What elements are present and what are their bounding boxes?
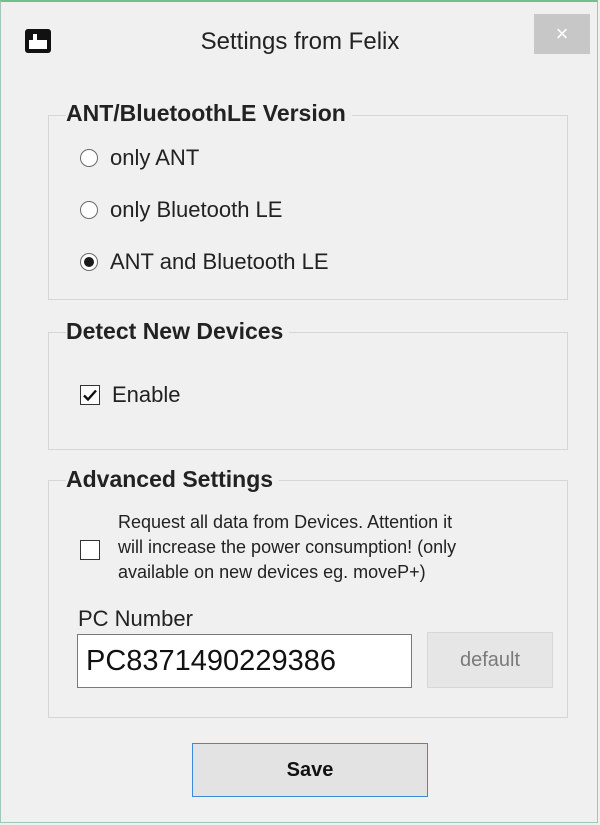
- close-icon: ×: [555, 21, 569, 46]
- radio-label: ANT and Bluetooth LE: [110, 249, 329, 274]
- request-text-line: will increase the power consumption! (on…: [118, 537, 457, 557]
- title-bar[interactable]: Settings from Felix ×: [0, 0, 600, 82]
- radio-button-selected[interactable]: [80, 253, 98, 271]
- detect-devices-group-title: Detect New Devices: [66, 318, 290, 345]
- ant-bluetooth-group-title: ANT/BluetoothLE Version: [66, 100, 352, 127]
- enable-checkbox[interactable]: [80, 385, 100, 405]
- request-text-line: available on new devices eg. moveP+): [118, 562, 426, 582]
- default-button[interactable]: default: [427, 632, 553, 688]
- radio-button[interactable]: [80, 201, 98, 219]
- enable-label: Enable: [112, 382, 181, 407]
- close-button[interactable]: ×: [534, 14, 590, 54]
- radio-button[interactable]: [80, 149, 98, 167]
- pc-number-label: PC Number: [78, 606, 193, 631]
- request-all-data-checkbox[interactable]: [80, 540, 100, 560]
- radio-label: only Bluetooth LE: [110, 197, 283, 222]
- enable-checkbox-row[interactable]: Enable: [80, 382, 181, 408]
- radio-only-bluetooth-le[interactable]: only Bluetooth LE: [80, 197, 282, 223]
- radio-only-ant[interactable]: only ANT: [80, 145, 199, 171]
- pc-number-input[interactable]: [77, 634, 412, 688]
- request-all-data-label: Request all data from Devices. Attention…: [118, 510, 548, 585]
- radio-label: only ANT: [110, 145, 200, 170]
- advanced-settings-group-title: Advanced Settings: [66, 466, 280, 493]
- check-icon: [83, 389, 97, 402]
- radio-ant-and-bluetooth-le[interactable]: ANT and Bluetooth LE: [80, 249, 329, 275]
- window-title: Settings from Felix: [200, 28, 400, 55]
- request-text-line: Request all data from Devices. Attention…: [118, 512, 453, 532]
- save-button[interactable]: Save: [192, 743, 428, 797]
